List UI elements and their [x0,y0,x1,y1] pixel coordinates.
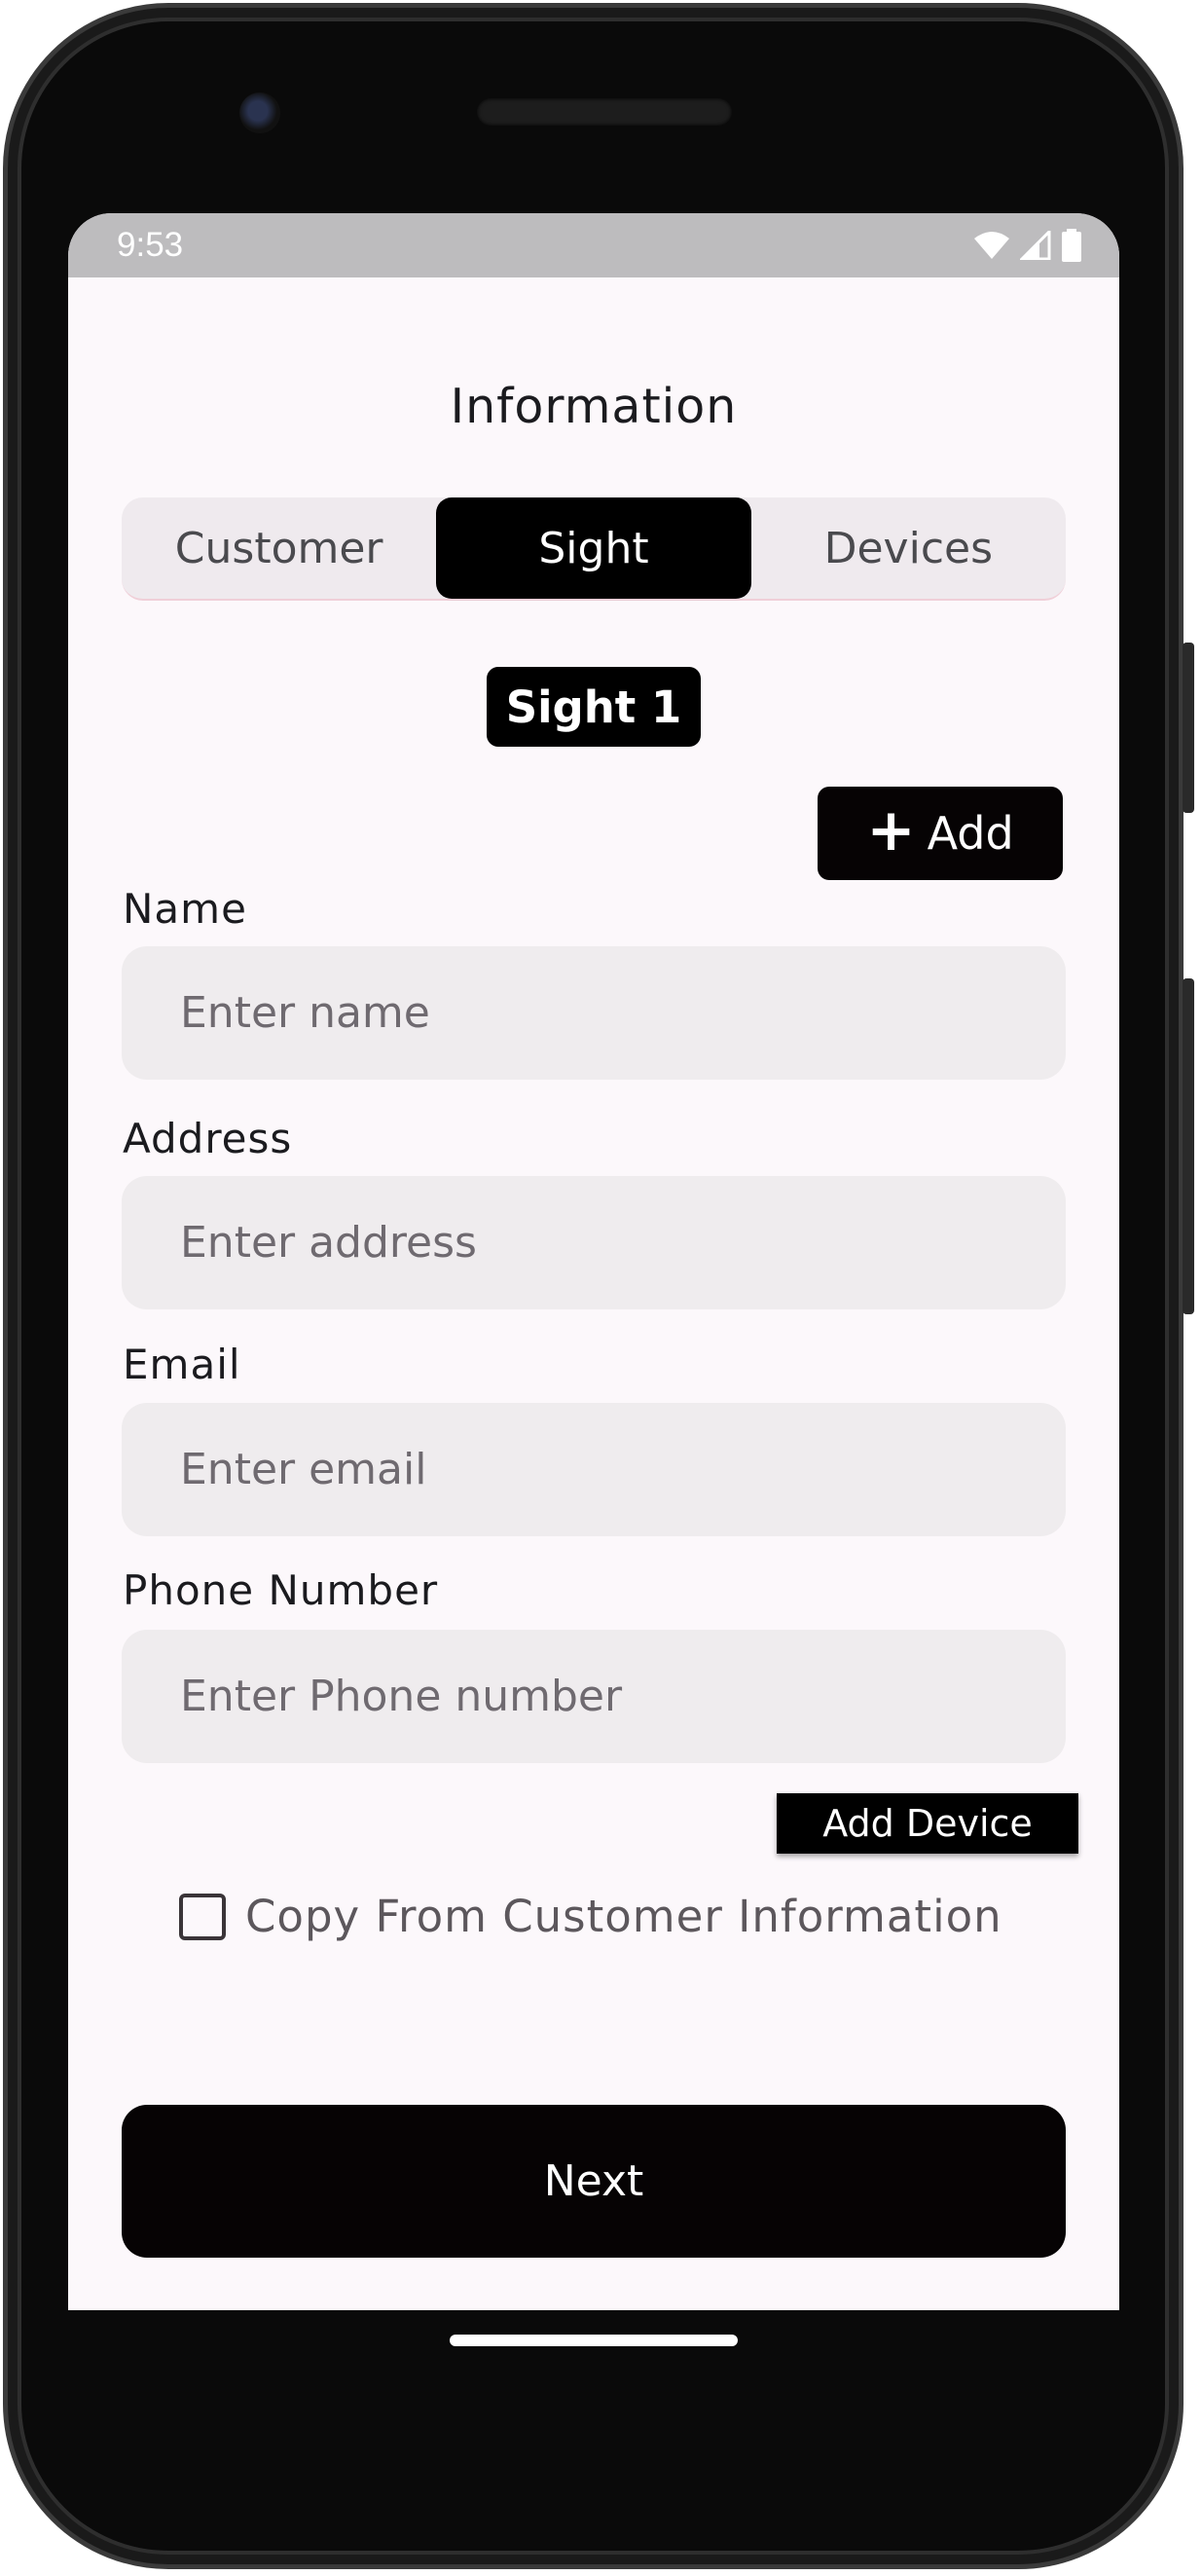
copy-from-customer-row[interactable]: Copy From Customer Information [179,1891,1002,1942]
sight-chip[interactable]: Sight 1 [487,667,701,747]
phone-input[interactable] [122,1630,1066,1763]
copy-checkbox-label: Copy From Customer Information [245,1891,1002,1942]
next-button[interactable]: Next [122,2105,1066,2258]
add-sight-button[interactable]: + Add [818,787,1063,880]
address-input[interactable] [122,1176,1066,1309]
cellular-signal-icon [1020,231,1051,260]
add-device-button[interactable]: Add Device [777,1793,1078,1854]
email-label: Email [123,1341,241,1388]
name-input[interactable] [122,946,1066,1080]
plus-icon: + [866,796,916,865]
status-icons [973,229,1082,262]
app-screen: 9:53 Information Customer Sight Devices … [68,213,1119,2310]
name-label: Name [123,885,247,933]
earpiece-speaker [477,98,732,126]
battery-icon [1062,229,1081,262]
tab-customer[interactable]: Customer [122,497,436,599]
volume-button [1183,978,1194,1314]
status-time: 9:53 [117,226,184,264]
power-button [1183,643,1194,813]
status-bar: 9:53 [68,213,1119,277]
tab-sight[interactable]: Sight [436,497,751,599]
wifi-icon [974,232,1009,259]
page-title: Information [450,379,738,434]
phone-label: Phone Number [123,1566,439,1614]
copy-checkbox[interactable] [179,1893,226,1940]
address-label: Address [123,1115,293,1162]
email-input[interactable] [122,1403,1066,1536]
tab-devices[interactable]: Devices [751,497,1066,599]
tab-bar: Customer Sight Devices [122,497,1066,601]
add-button-label: Add [927,807,1014,860]
home-indicator[interactable] [450,2335,738,2346]
front-camera [239,92,280,133]
